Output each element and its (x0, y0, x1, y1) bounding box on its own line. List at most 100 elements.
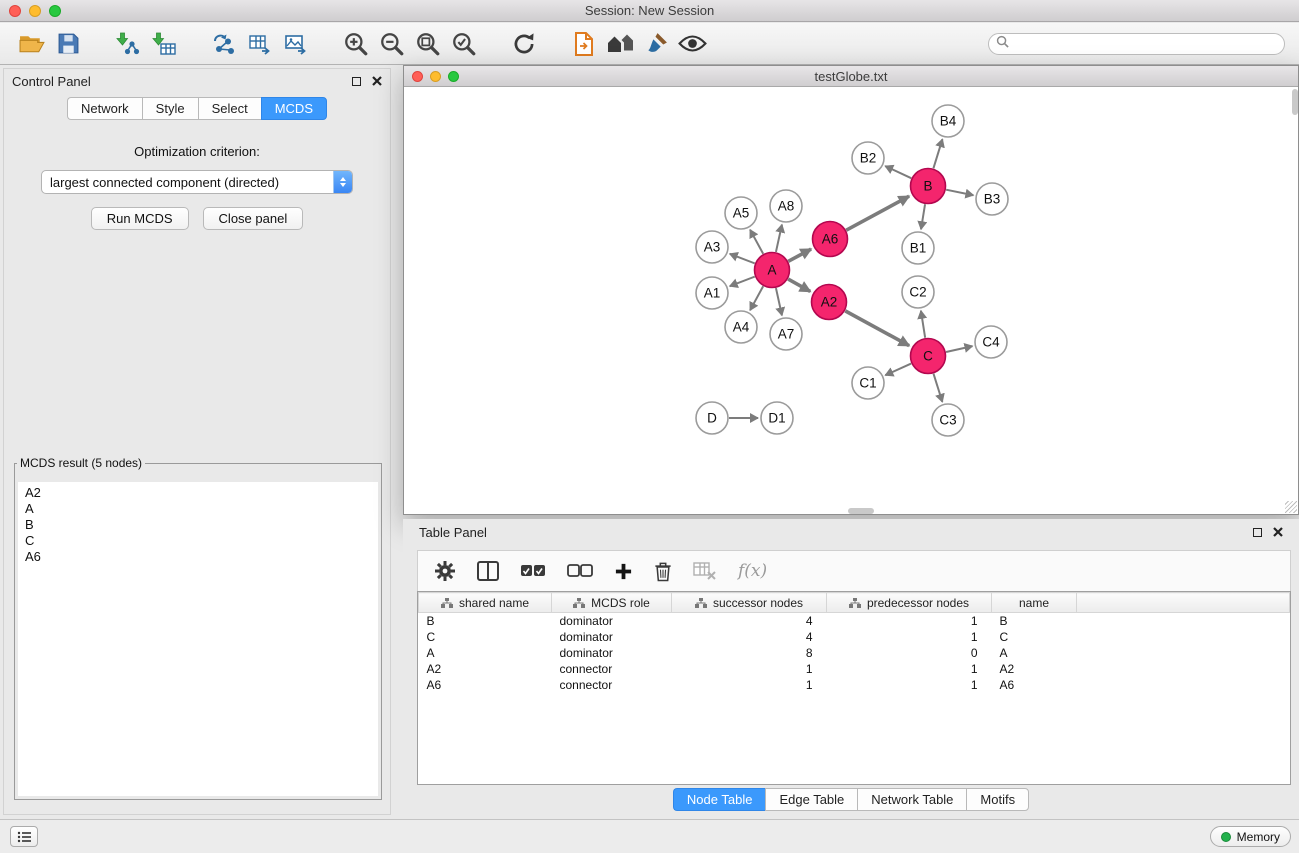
table-row[interactable]: A6connector11A6 (419, 677, 1290, 693)
edge-C-C2[interactable] (921, 311, 925, 338)
optimization-criterion-select[interactable]: largest connected component (directed) (41, 170, 353, 194)
zoom-selected-icon[interactable] (446, 26, 482, 62)
function-builder-icon[interactable]: f(x) (738, 561, 767, 581)
tab-mcds[interactable]: MCDS (261, 97, 327, 120)
home-icon[interactable] (602, 26, 638, 62)
edge-C-C4[interactable] (946, 346, 972, 352)
node-A3[interactable]: A3 (696, 231, 728, 263)
column-header-predecessor-nodes[interactable]: predecessor nodes (827, 593, 992, 613)
node-D[interactable]: D (696, 402, 728, 434)
window-titlebar[interactable]: Session: New Session (0, 0, 1299, 22)
node-B[interactable]: B (911, 169, 946, 204)
tab-select[interactable]: Select (198, 97, 261, 120)
import-network-icon[interactable] (110, 26, 146, 62)
tab-motifs[interactable]: Motifs (966, 788, 1029, 811)
memory-button[interactable]: Memory (1210, 826, 1291, 847)
close-panel-button[interactable]: Close panel (203, 207, 304, 230)
add-column-icon[interactable] (614, 562, 633, 581)
delete-column-trash-icon[interactable] (654, 561, 672, 582)
unselect-all-icon[interactable] (567, 564, 593, 578)
vertical-scrollbar-thumb[interactable] (1292, 89, 1298, 115)
open-file-icon[interactable] (14, 26, 50, 62)
edge-B-B3[interactable] (946, 190, 973, 196)
edge-A-A2[interactable] (788, 279, 810, 291)
minimize-window-button[interactable] (29, 5, 41, 17)
node-C4[interactable]: C4 (975, 326, 1007, 358)
delete-table-icon[interactable] (693, 562, 717, 580)
node-B3[interactable]: B3 (976, 183, 1008, 215)
search-box[interactable] (988, 33, 1285, 55)
float-table-panel-icon[interactable] (1253, 528, 1262, 537)
float-panel-icon[interactable] (352, 77, 361, 86)
node-A7[interactable]: A7 (770, 318, 802, 350)
node-A2[interactable]: A2 (812, 285, 847, 320)
edge-A-A4[interactable] (750, 286, 763, 310)
network-window-titlebar[interactable]: testGlobe.txt (404, 66, 1298, 87)
resize-grip[interactable] (1285, 501, 1297, 513)
close-panel-icon[interactable] (372, 74, 382, 89)
select-all-icon[interactable] (520, 564, 546, 578)
run-mcds-button[interactable]: Run MCDS (91, 207, 189, 230)
zoom-out-icon[interactable] (374, 26, 410, 62)
tab-node-table[interactable]: Node Table (673, 788, 766, 811)
node-C[interactable]: C (911, 339, 946, 374)
network-graph[interactable]: B4B2BB3A5A8A6B1A3AC2A1A2A4A7C4CC1C3DD1 (404, 87, 1298, 514)
mcds-result-item[interactable]: C (25, 533, 371, 549)
column-header-name[interactable]: name (992, 593, 1077, 613)
node-D1[interactable]: D1 (761, 402, 793, 434)
node-A5[interactable]: A5 (725, 197, 757, 229)
save-session-icon[interactable] (50, 26, 86, 62)
export-image-icon[interactable] (278, 26, 314, 62)
column-header-shared-name[interactable]: shared name (419, 593, 552, 613)
table-row[interactable]: Bdominator41B (419, 613, 1290, 629)
zoom-in-icon[interactable] (338, 26, 374, 62)
edge-B-B4[interactable] (933, 139, 942, 168)
node-A4[interactable]: A4 (725, 311, 757, 343)
tab-network[interactable]: Network (67, 97, 142, 120)
edge-A-A1[interactable] (730, 277, 755, 287)
edge-A6-B[interactable] (846, 196, 909, 230)
edge-C-C1[interactable] (885, 364, 911, 376)
close-window-button[interactable] (9, 5, 21, 17)
refresh-network-icon[interactable] (506, 26, 542, 62)
node-B4[interactable]: B4 (932, 105, 964, 137)
mcds-result-item[interactable]: A2 (25, 485, 371, 501)
edge-A2-C[interactable] (845, 311, 909, 346)
edge-B-B1[interactable] (921, 204, 925, 229)
tab-network-table[interactable]: Network Table (857, 788, 966, 811)
table-row[interactable]: A2connector11A2 (419, 661, 1290, 677)
network-canvas-area[interactable]: B4B2BB3A5A8A6B1A3AC2A1A2A4A7C4CC1C3DD1 (404, 87, 1298, 514)
edge-A-A8[interactable] (776, 225, 782, 252)
show-columns-icon[interactable] (477, 561, 499, 581)
close-table-panel-icon[interactable] (1273, 525, 1283, 540)
edge-A-A7[interactable] (776, 288, 782, 315)
style-brush-icon[interactable] (638, 26, 674, 62)
table-settings-gear-icon[interactable] (434, 560, 456, 582)
tab-edge-table[interactable]: Edge Table (765, 788, 857, 811)
mcds-result-list[interactable]: A2ABCA6 (18, 482, 378, 796)
edge-B-B2[interactable] (885, 166, 911, 178)
horizontal-scrollbar-thumb[interactable] (848, 508, 874, 514)
node-A1[interactable]: A1 (696, 277, 728, 309)
node-C3[interactable]: C3 (932, 404, 964, 436)
edge-C-C3[interactable] (934, 374, 943, 402)
table-row[interactable]: Adominator80A (419, 645, 1290, 661)
edge-A-A6[interactable] (788, 249, 811, 261)
node-C1[interactable]: C1 (852, 367, 884, 399)
column-header-successor-nodes[interactable]: successor nodes (672, 593, 827, 613)
mcds-result-item[interactable]: A6 (25, 549, 371, 565)
node-A[interactable]: A (755, 253, 790, 288)
mcds-result-item[interactable]: B (25, 517, 371, 533)
edge-A-A3[interactable] (730, 254, 755, 264)
mcds-result-item[interactable]: A (25, 501, 371, 517)
column-header-mcds-role[interactable]: MCDS role (552, 593, 672, 613)
network-zoom-button[interactable] (448, 71, 459, 82)
node-B1[interactable]: B1 (902, 232, 934, 264)
node-A8[interactable]: A8 (770, 190, 802, 222)
eye-icon[interactable] (674, 26, 710, 62)
new-network-icon[interactable] (206, 26, 242, 62)
network-close-button[interactable] (412, 71, 423, 82)
export-table-icon[interactable] (242, 26, 278, 62)
zoom-window-button[interactable] (49, 5, 61, 17)
node-B2[interactable]: B2 (852, 142, 884, 174)
